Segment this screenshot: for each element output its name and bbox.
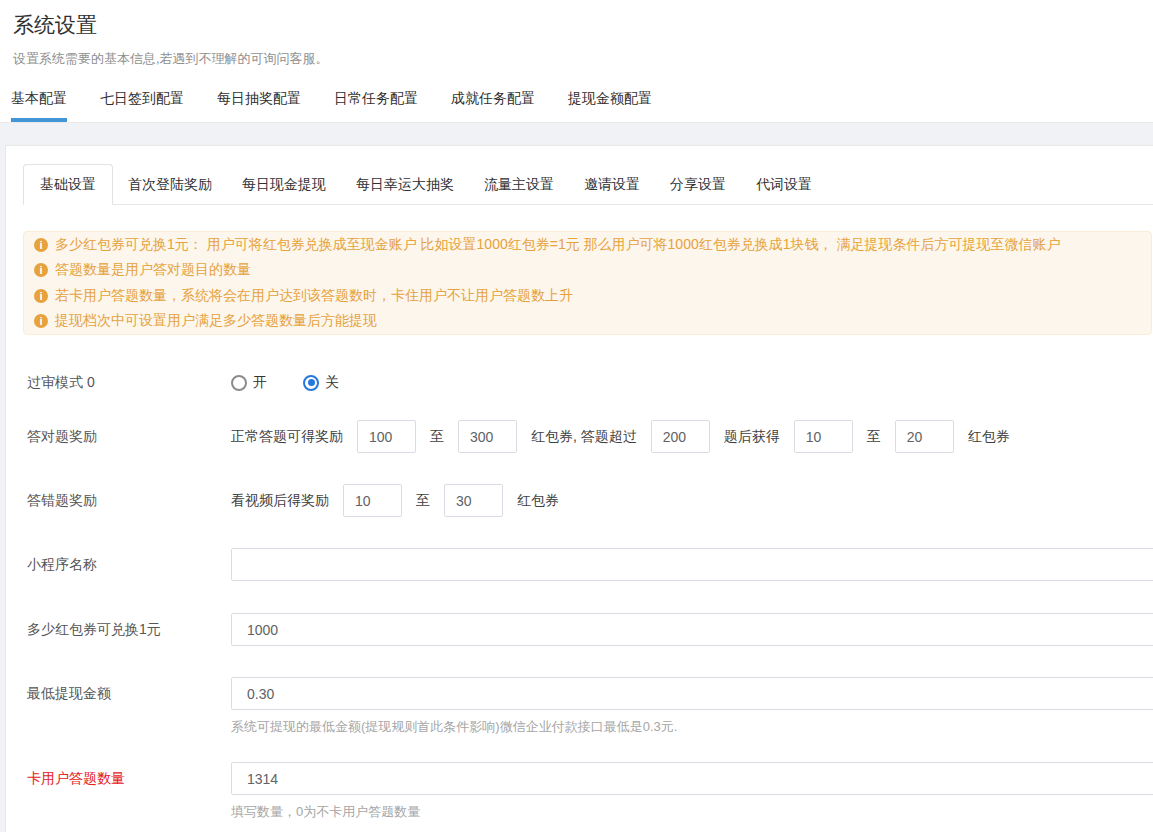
alert-line: i 答题数量是用户答对题目的数量	[34, 258, 1135, 284]
subtab-traffic-owner-settings[interactable]: 流量主设置	[469, 164, 569, 204]
info-icon: i	[34, 263, 48, 277]
page-subtitle: 设置系统需要的基本信息,若遇到不理解的可询问客服。	[13, 50, 329, 68]
radio-on[interactable]: 开	[231, 374, 267, 392]
app-name-content	[231, 548, 1153, 581]
card-tabs: 基础设置 首次登陆奖励 每日现金提现 每日幸运大抽奖 流量主设置 邀请设置 分享…	[23, 164, 1153, 205]
alert-text: 若卡用户答题数量，系统将会在用户达到该答题数时，卡住用户不让用户答题数上升	[55, 287, 573, 305]
block-count-label: 卡用户答题数量	[23, 762, 231, 819]
form-row-min-withdraw: 最低提现金额 系统可提现的最低金额(提现规则首此条件影响)微信企业付款接口最低是…	[23, 677, 1153, 734]
block-count-content: 填写数量，0为不卡用户答题数量	[231, 762, 1153, 819]
tab-seven-day-signin-config[interactable]: 七日签到配置	[100, 91, 184, 122]
correct-reward-min2-input[interactable]	[794, 420, 853, 453]
info-icon: i	[34, 314, 48, 328]
block-count-helper: 填写数量，0为不卡用户答题数量	[231, 804, 1153, 819]
system-settings-page: 系统设置 设置系统需要的基本信息,若遇到不理解的可询问客服。 基本配置 七日签到…	[0, 0, 1153, 832]
main-tabs: 基本配置 七日签到配置 每日抽奖配置 日常任务配置 成就任务配置 提现金额配置	[11, 91, 685, 122]
audit-mode-radio-group: 开 关	[231, 366, 375, 399]
info-icon: i	[34, 289, 48, 303]
warning-alert: i 多少红包券可兑换1元： 用户可将红包券兑换成至现金账户 比如设置1000红包…	[23, 231, 1152, 335]
form-row-correct-reward: 答对题奖励 正常答题可得奖励 至 红包券, 答题超过 题后获得 至 红包券	[23, 420, 1153, 453]
to-text: 至	[416, 492, 430, 510]
page-title: 系统设置	[13, 11, 97, 39]
exchange-content	[231, 613, 1153, 646]
to-text: 至	[867, 428, 881, 446]
radio-on-label: 开	[253, 374, 267, 392]
correct-reward-content: 正常答题可得奖励 至 红包券, 答题超过 题后获得 至 红包券	[231, 420, 1010, 453]
correct-reward-prefix: 正常答题可得奖励	[231, 428, 343, 446]
tab-daily-lottery-config[interactable]: 每日抽奖配置	[217, 91, 301, 122]
form-row-wrong-reward: 答错题奖励 看视频后得奖励 至 红包券	[23, 484, 1153, 517]
alert-text: 提现档次中可设置用户满足多少答题数量后方能提现	[55, 312, 377, 330]
alert-text: 答题数量是用户答对题目的数量	[55, 261, 251, 279]
wrong-reward-min-input[interactable]	[343, 484, 402, 517]
block-count-input[interactable]	[231, 762, 1153, 795]
alert-line: i 多少红包券可兑换1元： 用户可将红包券兑换成至现金账户 比如设置1000红包…	[34, 232, 1135, 258]
settings-form: 过审模式 0 开 关 答对题奖励	[23, 366, 1153, 819]
radio-off-circle[interactable]	[303, 375, 319, 391]
subtab-first-login-reward[interactable]: 首次登陆奖励	[113, 164, 227, 204]
min-withdraw-input[interactable]	[231, 677, 1153, 710]
tab-achievement-task-config[interactable]: 成就任务配置	[451, 91, 535, 122]
subtab-daily-cash-withdraw[interactable]: 每日现金提现	[227, 164, 341, 204]
exchange-input[interactable]	[231, 613, 1153, 646]
form-row-block-count: 卡用户答题数量 填写数量，0为不卡用户答题数量	[23, 762, 1153, 819]
correct-reward-suffix: 红包券	[968, 428, 1010, 446]
radio-on-circle[interactable]	[231, 375, 247, 391]
min-withdraw-label: 最低提现金额	[23, 677, 231, 734]
min-withdraw-helper: 系统可提现的最低金额(提现规则首此条件影响)微信企业付款接口最低是0.3元.	[231, 719, 1153, 734]
app-name-label: 小程序名称	[23, 548, 231, 581]
subtab-daily-lucky-draw[interactable]: 每日幸运大抽奖	[341, 164, 469, 204]
wrong-reward-max-input[interactable]	[444, 484, 503, 517]
subtab-invite-settings[interactable]: 邀请设置	[569, 164, 655, 204]
app-name-input[interactable]	[231, 548, 1153, 581]
correct-reward-after: 题后获得	[724, 428, 780, 446]
correct-reward-threshold-input[interactable]	[651, 420, 710, 453]
exchange-label: 多少红包券可兑换1元	[23, 613, 231, 646]
correct-reward-mid: 红包券, 答题超过	[531, 428, 637, 446]
wrong-reward-prefix: 看视频后得奖励	[231, 492, 329, 510]
correct-reward-max-input[interactable]	[458, 420, 517, 453]
tab-daily-task-config[interactable]: 日常任务配置	[334, 91, 418, 122]
correct-reward-max2-input[interactable]	[895, 420, 954, 453]
radio-off-label: 关	[325, 374, 339, 392]
alert-text: 多少红包券可兑换1元： 用户可将红包券兑换成至现金账户 比如设置1000红包券=…	[55, 236, 1060, 254]
form-row-exchange: 多少红包券可兑换1元	[23, 613, 1153, 646]
alert-line: i 若卡用户答题数量，系统将会在用户达到该答题数时，卡住用户不让用户答题数上升	[34, 283, 1135, 309]
content-area: 基础设置 首次登陆奖励 每日现金提现 每日幸运大抽奖 流量主设置 邀请设置 分享…	[0, 123, 1153, 832]
wrong-reward-content: 看视频后得奖励 至 红包券	[231, 484, 559, 517]
radio-off[interactable]: 关	[303, 374, 339, 392]
alert-line: i 提现档次中可设置用户满足多少答题数量后方能提现	[34, 309, 1135, 335]
page-header: 系统设置 设置系统需要的基本信息,若遇到不理解的可询问客服。 基本配置 七日签到…	[0, 0, 1153, 123]
info-icon: i	[34, 238, 48, 252]
tab-withdraw-amount-config[interactable]: 提现金额配置	[568, 91, 652, 122]
settings-card: 基础设置 首次登陆奖励 每日现金提现 每日幸运大抽奖 流量主设置 邀请设置 分享…	[5, 145, 1153, 832]
correct-reward-label: 答对题奖励	[23, 420, 231, 453]
min-withdraw-content: 系统可提现的最低金额(提现规则首此条件影响)微信企业付款接口最低是0.3元.	[231, 677, 1153, 734]
to-text: 至	[430, 428, 444, 446]
tab-basic-config[interactable]: 基本配置	[11, 91, 67, 122]
form-row-audit-mode: 过审模式 0 开 关	[23, 366, 1153, 399]
wrong-reward-label: 答错题奖励	[23, 484, 231, 517]
subtab-basic-settings[interactable]: 基础设置	[23, 164, 113, 205]
subtab-keyword-settings[interactable]: 代词设置	[741, 164, 827, 204]
wrong-reward-suffix: 红包券	[517, 492, 559, 510]
subtab-share-settings[interactable]: 分享设置	[655, 164, 741, 204]
form-row-app-name: 小程序名称	[23, 548, 1153, 581]
correct-reward-min-input[interactable]	[357, 420, 416, 453]
audit-mode-label: 过审模式 0	[23, 366, 231, 399]
